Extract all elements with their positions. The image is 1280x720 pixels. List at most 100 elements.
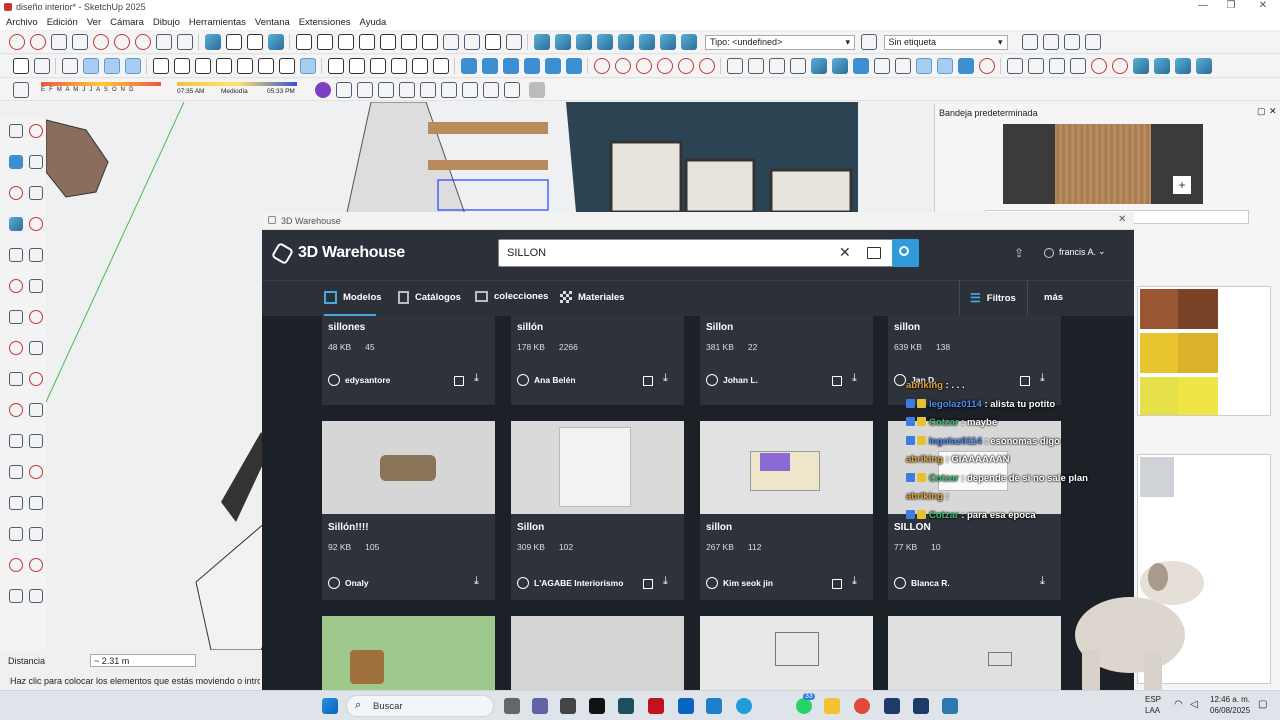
teams-icon[interactable] xyxy=(532,698,548,714)
drop-fill-icon[interactable] xyxy=(810,58,827,74)
eraser-icon[interactable] xyxy=(29,34,46,50)
magnet-icon[interactable] xyxy=(894,58,911,74)
edge-icon[interactable] xyxy=(736,698,752,714)
style-hidden-icon[interactable] xyxy=(659,34,676,50)
model-card[interactable]: Sillon 309 KB 102 L'AGABE Interiorismo ⤓ xyxy=(511,421,684,600)
paste-icon[interactable] xyxy=(400,34,417,50)
wifi-icon[interactable]: ◠ xyxy=(1174,699,1183,710)
preview-3d-icon[interactable] xyxy=(832,579,842,589)
chevron-down-icon[interactable]: ⌄ xyxy=(1098,246,1106,257)
make-unique-icon[interactable] xyxy=(502,58,519,74)
top-icon[interactable] xyxy=(348,58,365,74)
surface-icon[interactable] xyxy=(1132,58,1149,74)
warehouse-close-button[interactable]: ✕ xyxy=(1118,214,1126,225)
model-card[interactable]: Sillón!!!! 92 KB 105 Onaly ⤓ xyxy=(322,421,495,600)
preview-3d-icon[interactable] xyxy=(643,579,653,589)
iso-icon[interactable] xyxy=(327,58,344,74)
view-iso-icon[interactable] xyxy=(204,34,221,50)
app-icon[interactable] xyxy=(618,698,634,714)
smoove-icon[interactable] xyxy=(614,58,631,74)
back-edges-icon[interactable] xyxy=(173,58,190,74)
tool-palette-23-icon[interactable] xyxy=(28,465,43,479)
print-icon[interactable] xyxy=(484,34,501,50)
tool-palette-6-icon[interactable] xyxy=(8,217,23,231)
menu-herramientas[interactable]: Herramientas xyxy=(189,17,246,28)
xray-icon[interactable] xyxy=(152,58,169,74)
model-thumbnail[interactable] xyxy=(700,616,873,690)
tool-palette-31-icon[interactable] xyxy=(28,589,43,603)
copy-icon[interactable] xyxy=(379,34,396,50)
model-author[interactable]: Onaly xyxy=(328,577,369,589)
netflix-icon[interactable] xyxy=(648,698,664,714)
sketchup-2-icon[interactable] xyxy=(913,698,929,714)
swatch-yellow-4[interactable] xyxy=(1178,377,1218,415)
search-input[interactable]: SILLON ✕ xyxy=(498,239,894,267)
connect-icon[interactable] xyxy=(978,58,995,74)
chrome-icon[interactable] xyxy=(854,698,870,714)
swatch-brown-2[interactable] xyxy=(1178,289,1218,329)
surface-4-icon[interactable] xyxy=(1195,58,1212,74)
zoom-window-icon[interactable] xyxy=(71,34,88,50)
model-author[interactable]: L'AGABE Interiorismo xyxy=(517,577,623,589)
wireframe-icon[interactable] xyxy=(194,58,211,74)
cube-3d-icon[interactable] xyxy=(462,81,478,98)
bookmark-icon[interactable] xyxy=(441,81,457,98)
menu-ventana[interactable]: Ventana xyxy=(255,17,290,28)
save-icon[interactable] xyxy=(337,34,354,50)
look-around-icon[interactable] xyxy=(155,34,172,50)
model-name[interactable]: sillones xyxy=(328,322,365,333)
extension-badge-icon[interactable] xyxy=(315,81,331,98)
tool-palette-29-icon[interactable] xyxy=(28,558,43,572)
group-icon[interactable] xyxy=(460,58,477,74)
stamp-icon[interactable] xyxy=(635,58,652,74)
swatch-brown-1[interactable] xyxy=(1140,289,1180,329)
zoom-extents-2-icon[interactable] xyxy=(124,58,141,74)
cube-icon[interactable] xyxy=(336,81,352,98)
clear-search-icon[interactable]: ✕ xyxy=(839,244,851,261)
car-icon[interactable] xyxy=(399,81,415,98)
tool-palette-12-icon[interactable] xyxy=(8,310,23,324)
undo-icon[interactable] xyxy=(442,34,459,50)
active-tag-select[interactable]: Sin etiqueta ▾ xyxy=(883,34,1008,50)
tool-palette-5-icon[interactable] xyxy=(28,186,43,200)
tool-palette-3-icon[interactable] xyxy=(28,155,43,169)
model-author[interactable]: Kim seok jin xyxy=(706,577,773,589)
tool-palette-7-icon[interactable] xyxy=(28,217,43,231)
tool-palette-24-icon[interactable] xyxy=(8,496,23,510)
monochrome-icon[interactable] xyxy=(278,58,295,74)
style-xray-icon[interactable] xyxy=(617,34,634,50)
download-icon[interactable]: ⤓ xyxy=(474,372,479,385)
zoom-tool-icon[interactable] xyxy=(103,58,120,74)
color-by-tag-icon[interactable] xyxy=(861,34,877,50)
tool-palette-22-icon[interactable] xyxy=(8,465,23,479)
tool-palette-11-icon[interactable] xyxy=(28,279,43,293)
tool-palette-27-icon[interactable] xyxy=(28,527,43,541)
view-right-icon[interactable] xyxy=(267,34,284,50)
tab-catalogos[interactable]: Catálogos xyxy=(398,291,461,304)
tool-palette-26-icon[interactable] xyxy=(8,527,23,541)
new-model-icon[interactable] xyxy=(12,58,29,74)
model-author[interactable]: Johan L. xyxy=(706,374,758,386)
flip-edge-icon[interactable] xyxy=(698,58,715,74)
back-icon[interactable] xyxy=(411,58,428,74)
model-name[interactable]: sillon xyxy=(894,322,920,333)
menu-ver[interactable]: Ver xyxy=(87,17,101,28)
triangle-icon[interactable] xyxy=(528,81,545,98)
close-window-button[interactable]: ✕ xyxy=(1250,0,1276,11)
download-icon[interactable]: ⤓ xyxy=(852,372,857,385)
previous-view-icon[interactable] xyxy=(113,34,130,50)
outlook-icon[interactable] xyxy=(678,698,694,714)
menu-edicion[interactable]: Edición xyxy=(47,17,78,28)
image-search-icon[interactable] xyxy=(867,247,881,259)
tool-palette-17-icon[interactable] xyxy=(28,372,43,386)
download-icon[interactable]: ⤓ xyxy=(663,575,668,588)
close-group-icon[interactable] xyxy=(565,58,582,74)
model-author[interactable]: edysantore xyxy=(328,374,390,386)
zoom-icon[interactable] xyxy=(50,34,67,50)
hexagon-2-icon[interactable] xyxy=(1027,58,1044,74)
tab-colecciones[interactable]: colecciones xyxy=(475,291,548,302)
tool-palette-0-icon[interactable] xyxy=(8,124,23,138)
distance-input[interactable]: ~ 2.31 m xyxy=(90,654,196,667)
sandbox-icon[interactable] xyxy=(593,58,610,74)
menu-archivo[interactable]: Archivo xyxy=(6,17,38,28)
